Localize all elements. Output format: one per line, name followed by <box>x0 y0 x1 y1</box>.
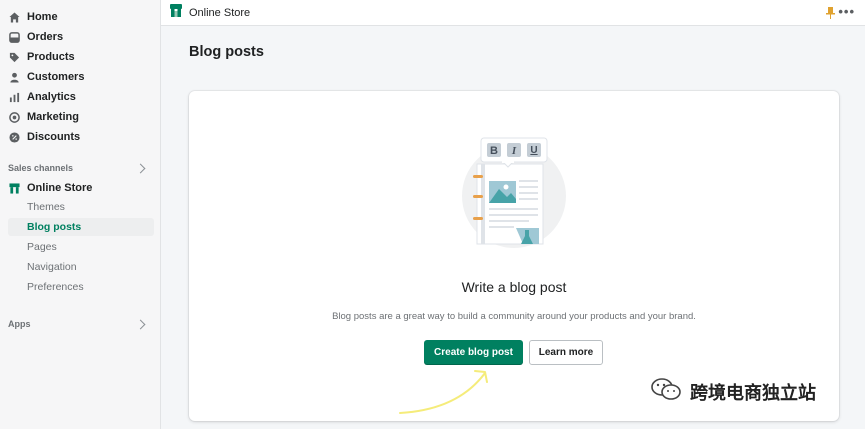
sales-channels-header[interactable]: Sales channels <box>8 161 154 175</box>
person-icon <box>8 71 20 83</box>
apps-header[interactable]: Apps <box>8 317 154 331</box>
blog-post-illustration: B I U <box>459 136 569 256</box>
empty-state-card: B I U Write a blog post Blog posts are a… <box>189 91 839 421</box>
tag-icon <box>8 51 20 63</box>
pin-icon[interactable] <box>826 6 835 24</box>
sidebar-item-label: Online Store <box>27 182 93 194</box>
svg-text:B: B <box>490 145 498 157</box>
empty-state-heading: Write a blog post <box>461 279 567 295</box>
create-blog-post-button[interactable]: Create blog post <box>424 340 523 365</box>
chevron-right-icon <box>135 319 146 329</box>
sidebar-subitem-label: Blog posts <box>27 221 82 233</box>
annotation-arrow <box>395 365 495 422</box>
app-title: Online Store <box>189 6 251 19</box>
sidebar-subitem-navigation[interactable]: Navigation <box>8 258 154 276</box>
sidebar-subitem-blog-posts[interactable]: Blog posts <box>8 218 154 236</box>
sidebar-subitem-label: Preferences <box>27 281 84 293</box>
sidebar-item-home[interactable]: Home <box>8 7 154 27</box>
more-options-icon[interactable]: ••• <box>838 4 855 19</box>
discount-icon <box>8 131 20 143</box>
sidebar-item-label: Analytics <box>27 91 76 103</box>
watermark: 跨境电商独立站 <box>650 377 816 406</box>
sidebar-item-label: Marketing <box>27 111 79 123</box>
chevron-right-icon <box>135 163 146 173</box>
sales-channels-label: Sales channels <box>8 163 74 173</box>
sidebar-item-label: Customers <box>27 71 85 83</box>
home-icon <box>8 11 20 23</box>
sidebar: Home Orders Products Customers Analytics… <box>0 0 161 429</box>
sidebar-item-marketing[interactable]: Marketing <box>8 107 154 127</box>
sidebar-subitem-label: Themes <box>27 201 65 213</box>
sidebar-item-label: Home <box>27 11 58 23</box>
learn-more-button[interactable]: Learn more <box>529 340 603 365</box>
empty-state-description: Blog posts are a great way to build a co… <box>332 311 696 322</box>
sidebar-item-products[interactable]: Products <box>8 47 154 67</box>
bar-chart-icon <box>8 91 20 103</box>
sidebar-item-customers[interactable]: Customers <box>8 67 154 87</box>
sidebar-item-label: Products <box>27 51 75 63</box>
topbar: Online Store ••• <box>161 0 865 26</box>
store-icon <box>170 3 182 22</box>
sidebar-subitem-pages[interactable]: Pages <box>8 238 154 256</box>
sidebar-subitem-label: Pages <box>27 241 57 253</box>
apps-label: Apps <box>8 319 31 329</box>
sidebar-item-analytics[interactable]: Analytics <box>8 87 154 107</box>
sidebar-item-label: Orders <box>27 31 64 43</box>
sidebar-item-discounts[interactable]: Discounts <box>8 127 154 147</box>
store-icon <box>8 182 20 194</box>
target-icon <box>8 111 20 123</box>
wechat-icon <box>650 377 682 406</box>
sidebar-item-orders[interactable]: Orders <box>8 27 154 47</box>
orders-icon <box>8 31 20 43</box>
sidebar-item-label: Discounts <box>27 131 81 143</box>
svg-text:I: I <box>511 145 517 157</box>
sidebar-subitem-preferences[interactable]: Preferences <box>8 278 154 296</box>
sidebar-item-online-store[interactable]: Online Store <box>8 178 154 198</box>
watermark-text: 跨境电商独立站 <box>690 382 816 403</box>
svg-text:U: U <box>530 145 537 156</box>
sidebar-subitem-themes[interactable]: Themes <box>8 198 154 216</box>
sidebar-subitem-label: Navigation <box>27 261 77 273</box>
page-title: Blog posts <box>189 44 264 60</box>
